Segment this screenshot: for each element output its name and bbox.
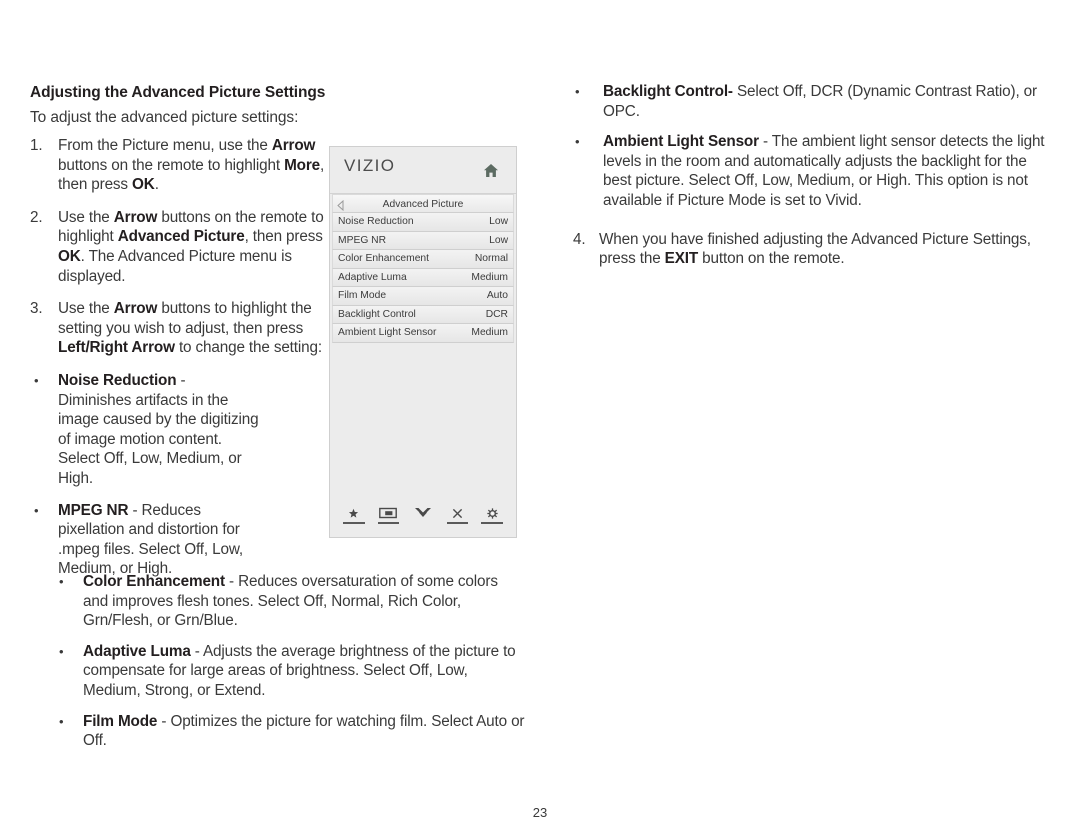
list-item: • Ambient Light Sensor - The ambient lig… [573,132,1053,210]
step-text: When you have finished adjusting the Adv… [599,230,1031,268]
tv-menu-item-value: Medium [471,271,508,283]
step-item: 4. When you have finished adjusting the … [573,230,1053,269]
tv-menu-item-value: DCR [485,308,508,320]
vizio-advanced-picture-menu: VIZIO Advanced Picture Noise Reduction L… [329,146,517,538]
double-chevron-down-icon[interactable] [411,506,435,525]
step-item: 3. Use the Arrow buttons to highlight th… [30,299,330,358]
step-number: 2. [30,208,43,226]
step-number: 3. [30,300,43,318]
list-item: • Color Enhancement - Reduces oversatura… [55,572,525,631]
tv-menu-title-row: Advanced Picture [332,194,514,213]
home-icon[interactable] [483,163,499,178]
list-item-text: Color Enhancement - Reduces oversaturati… [83,573,498,630]
vizio-logo: VIZIO [344,156,396,175]
list-item-text: Film Mode - Optimizes the picture for wa… [83,712,525,750]
bullet-marker: • [59,643,64,659]
tv-menu-item-noise-reduction[interactable]: Noise Reduction Low [332,213,514,232]
back-arrow-icon[interactable] [336,199,345,212]
tv-menu-item-ambient-light-sensor[interactable]: Ambient Light Sensor Medium [332,324,514,343]
tv-menu-item-value: Low [489,216,508,227]
bullet-marker: • [575,134,580,150]
step-number: 1. [30,137,43,154]
tv-menu-title: Advanced Picture [382,199,464,210]
page-title: Adjusting the Advanced Picture Settings [30,84,326,101]
list-item: • Adaptive Luma - Adjusts the average br… [55,642,525,701]
tv-menu-item-label: Film Mode [338,290,387,301]
bullet-marker: • [59,574,64,589]
tv-menu-item-value: Auto [486,290,508,301]
tv-menu-item-mpeg-nr[interactable]: MPEG NR Low [332,231,514,250]
list-item-text: Backlight Control- Select Off, DCR (Dyna… [603,83,1037,120]
tv-menu-item-value: Low [489,234,508,246]
step-item: 1. From the Picture menu, use the Arrow … [30,136,330,195]
tv-menu-footer-bar [330,506,516,525]
wide-bullet-list: • Color Enhancement - Reduces oversatura… [55,572,525,762]
tv-menu-empty-area [330,343,516,473]
list-item: • Noise Reduction - Diminishes artifacts… [30,371,262,489]
step-text: From the Picture menu, use the Arrow but… [58,137,325,194]
narrow-bullet-list: • Noise Reduction - Diminishes artifacts… [30,371,330,579]
bullet-marker: • [59,713,64,729]
bullet-marker: • [575,84,580,99]
step-number: 4. [573,230,586,248]
tv-menu-item-label: Noise Reduction [338,216,414,227]
list-item-text: Adaptive Luma - Adjusts the average brig… [83,642,516,699]
list-item-text: Ambient Light Sensor - The ambient light… [603,133,1045,209]
tv-menu-item-color-enhancement[interactable]: Color Enhancement Normal [332,250,514,269]
left-column: 1. From the Picture menu, use the Arrow … [30,136,330,591]
tv-menu-item-film-mode[interactable]: Film Mode Auto [332,287,514,306]
bullet-marker: • [34,502,39,518]
tv-menu-item-label: Adaptive Luma [338,271,407,283]
tv-menu-item-label: MPEG NR [338,234,387,246]
tv-menu-rows: Advanced Picture Noise Reduction Low MPE… [330,193,516,343]
page-number: 23 [532,805,548,820]
tv-menu-item-value: Medium [471,327,508,338]
list-item-text: Noise Reduction - Diminishes artifacts i… [58,371,259,487]
step-item: 2. Use the Arrow buttons on the remote t… [30,208,330,286]
document-page: Adjusting the Advanced Picture Settings … [0,0,1080,834]
tv-menu-item-value: Normal [474,253,508,264]
tv-menu-item-label: Backlight Control [338,308,416,320]
star-icon[interactable] [342,506,366,525]
list-item: • MPEG NR - Reduces pixellation and dist… [30,501,262,579]
step-text: Use the Arrow buttons to highlight the s… [58,300,322,357]
list-item-text: MPEG NR - Reduces pixellation and distor… [58,501,243,578]
step-text: Use the Arrow buttons on the remote to h… [58,208,324,285]
right-column: • Backlight Control- Select Off, DCR (Dy… [573,82,1053,282]
picture-in-picture-icon[interactable] [377,506,401,525]
tv-menu-header: VIZIO [330,147,516,193]
tv-menu-item-label: Color Enhancement [338,253,430,264]
list-item: • Backlight Control- Select Off, DCR (Dy… [573,82,1053,121]
bullet-marker: • [34,372,39,388]
list-item: • Film Mode - Optimizes the picture for … [55,712,525,751]
tv-menu-item-backlight-control[interactable]: Backlight Control DCR [332,305,514,324]
tv-menu-item-label: Ambient Light Sensor [338,327,437,338]
close-x-icon[interactable] [446,506,470,525]
gear-icon[interactable] [480,506,504,525]
tv-menu-item-adaptive-luma[interactable]: Adaptive Luma Medium [332,268,514,287]
intro-text: To adjust the advanced picture settings: [30,109,299,126]
